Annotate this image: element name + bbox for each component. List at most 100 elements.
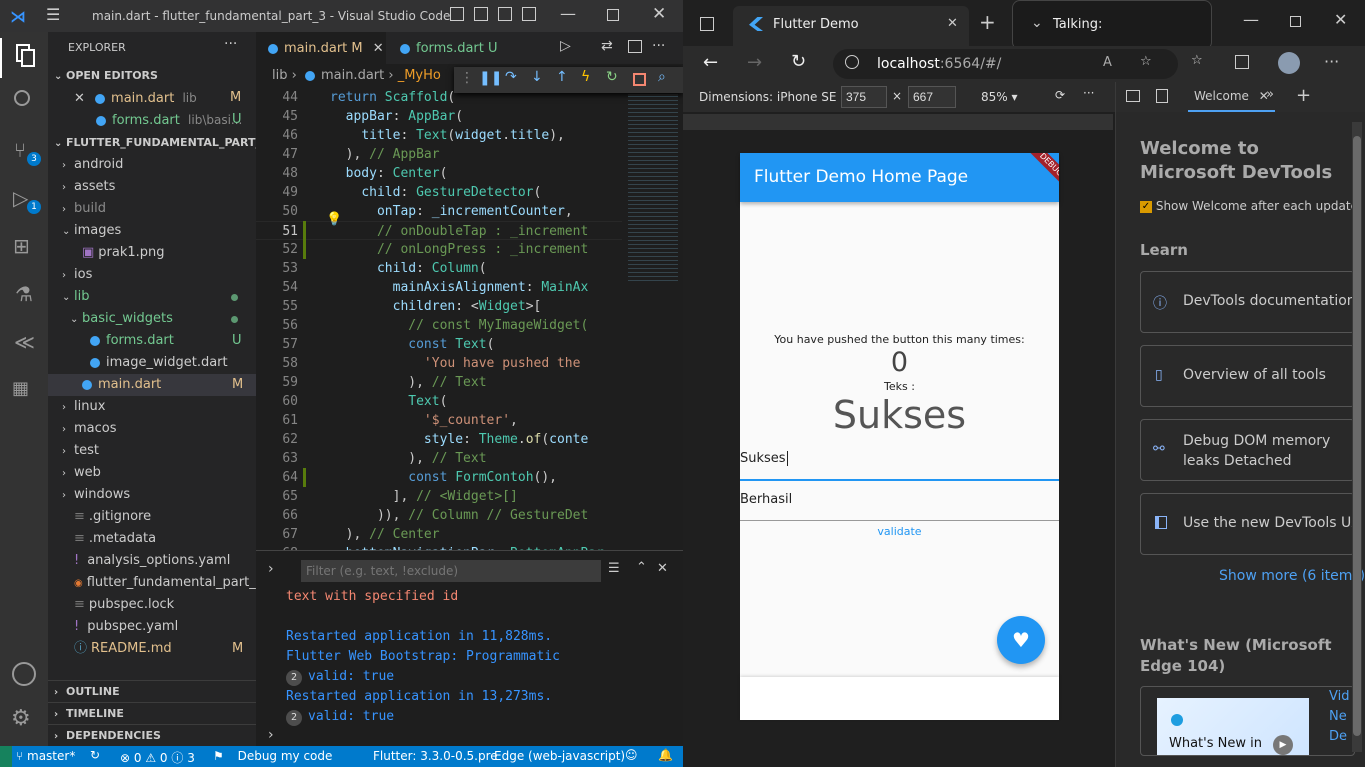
tree-item[interactable]: › windows: [48, 484, 256, 506]
remote-icon[interactable]: [0, 746, 12, 767]
minimize-button[interactable]: —: [560, 4, 576, 23]
explorer-more-icon[interactable]: ···: [224, 36, 237, 52]
chevron-right-icon[interactable]: ›: [268, 561, 274, 577]
tree-item[interactable]: ≡ .gitignore: [48, 506, 256, 528]
more-tabs-icon[interactable]: »: [1266, 87, 1274, 102]
step-out-icon[interactable]: ↑: [556, 69, 568, 85]
tree-item[interactable]: ! pubspec.yaml: [48, 616, 256, 638]
code-line[interactable]: 61 '$_counter',: [256, 411, 518, 430]
inspect-icon[interactable]: [1126, 90, 1140, 102]
chevron-up-icon[interactable]: ⌃: [636, 560, 647, 575]
browser-tab[interactable]: Flutter Demo ✕: [733, 6, 969, 46]
show-more-link[interactable]: Show more (6 items): [1219, 568, 1365, 584]
code-line[interactable]: 64 const FormContoh(),: [256, 468, 557, 487]
scrollbar-thumb[interactable]: [1353, 136, 1361, 736]
tree-item[interactable]: › linux: [48, 396, 256, 418]
close-button[interactable]: ✕: [652, 4, 666, 24]
customize-layout-icon[interactable]: [522, 7, 536, 21]
code-line[interactable]: 66 )), // Column // GestureDet: [256, 506, 588, 525]
refresh-icon[interactable]: ↻: [791, 51, 806, 72]
tree-item[interactable]: › web: [48, 462, 256, 484]
flutter-icon[interactable]: ≪: [14, 330, 35, 354]
stop-icon[interactable]: [633, 73, 646, 86]
code-line[interactable]: 45 appBar: AppBar(: [256, 107, 463, 126]
notifications-icon[interactable]: 🔔: [658, 748, 673, 762]
code-line[interactable]: 55 children: <Widget>[: [256, 297, 541, 316]
add-tab-icon[interactable]: +: [1296, 85, 1311, 106]
hot-reload-icon[interactable]: ϟ: [581, 69, 590, 85]
address-bar[interactable]: localhost:6564/#/ A ☆: [833, 49, 1178, 79]
tree-item[interactable]: ≡ pubspec.lock: [48, 594, 256, 616]
dimensions-select[interactable]: Dimensions: iPhone SE: [699, 90, 836, 104]
close-icon[interactable]: ✕: [74, 91, 85, 106]
rotate-icon[interactable]: ⟳: [1055, 88, 1065, 102]
tree-item[interactable]: ⌄ basic_widgets: [48, 308, 256, 330]
checkbox-icon[interactable]: ✓: [1140, 200, 1152, 213]
play-icon[interactable]: ▶: [1273, 735, 1293, 755]
step-over-icon[interactable]: ↷: [505, 69, 517, 85]
timeline-header[interactable]: › TIMELINE: [48, 702, 256, 724]
settings-more-icon[interactable]: ···: [1324, 52, 1339, 71]
explorer-icon[interactable]: [0, 38, 48, 78]
clear-console-icon[interactable]: ☰: [608, 561, 620, 576]
tree-item[interactable]: › macos: [48, 418, 256, 440]
tree-item[interactable]: › assets: [48, 176, 256, 198]
show-welcome-checkbox[interactable]: ✓ Show Welcome after each update: [1140, 199, 1358, 213]
back-icon[interactable]: ←: [703, 52, 718, 73]
branch-item[interactable]: ⑂ master*: [16, 749, 75, 763]
video-thumbnail[interactable]: What's New in ▶: [1157, 698, 1309, 755]
tree-item[interactable]: ⓘ README.md M: [48, 638, 256, 660]
forward-icon[interactable]: →: [747, 52, 762, 73]
text-field-1[interactable]: Sukses: [740, 447, 1059, 481]
layout-sidebar-icon[interactable]: [450, 7, 464, 21]
tree-item[interactable]: main.dart M: [48, 374, 256, 396]
breadcrumb-item[interactable]: _MyHo: [398, 68, 441, 83]
prompt-chevron-icon[interactable]: ›: [268, 727, 274, 743]
outline-header[interactable]: › OUTLINE: [48, 680, 256, 702]
chevron-down-icon[interactable]: ⌄: [1031, 15, 1043, 31]
feedback-icon[interactable]: ☺: [625, 748, 638, 762]
code-line[interactable]: 46 title: Text(widget.title),: [256, 126, 565, 145]
scrollbar[interactable]: [1352, 122, 1362, 752]
card-overview[interactable]: ▯ Overview of all tools: [1140, 345, 1355, 407]
read-aloud-icon[interactable]: A: [1103, 55, 1112, 70]
code-line[interactable]: 53 child: Column(: [256, 259, 486, 278]
code-line[interactable]: 59 ), // Text: [256, 373, 486, 392]
maximize-button[interactable]: [607, 9, 619, 21]
breadcrumb-item[interactable]: lib: [272, 68, 287, 83]
collections-icon[interactable]: [1235, 55, 1249, 69]
whats-new-card[interactable]: What's New in ▶ Vid Ne De: [1140, 686, 1355, 756]
account-icon[interactable]: [12, 662, 36, 686]
layout-secondary-icon[interactable]: [498, 7, 512, 21]
code-line[interactable]: 58 'You have pushed the: [256, 354, 580, 373]
more-options-icon[interactable]: ···: [1083, 86, 1094, 100]
code-line[interactable]: 49 child: GestureDetector(: [256, 183, 541, 202]
new-tab-icon[interactable]: +: [979, 10, 996, 34]
add-favorite-icon[interactable]: ☆: [1140, 54, 1152, 69]
compare-icon[interactable]: ⇄: [601, 38, 613, 54]
testing-icon[interactable]: ⚗: [15, 282, 33, 306]
tree-item[interactable]: ⌄ lib: [48, 286, 256, 308]
maximize-button[interactable]: [1290, 16, 1301, 27]
tree-item[interactable]: › ios: [48, 264, 256, 286]
height-input[interactable]: [908, 86, 956, 108]
console-filter-input[interactable]: [301, 560, 601, 582]
profile-avatar[interactable]: [1278, 52, 1300, 74]
settings-gear-icon[interactable]: ⚙: [11, 706, 31, 731]
tree-item[interactable]: ◉flutter_fundamental_part_3.iml: [48, 572, 256, 594]
breadcrumb-item[interactable]: main.dart: [321, 68, 384, 83]
code-line[interactable]: 50 onTap: _incrementCounter,: [256, 202, 572, 221]
minimap[interactable]: [628, 94, 678, 284]
open-editor-main[interactable]: ✕ main.dart lib M: [48, 87, 256, 109]
favorites-icon[interactable]: ☆: [1191, 53, 1203, 68]
extensions-icon[interactable]: ⊞: [13, 234, 30, 258]
code-line[interactable]: 44 return Scaffold(: [256, 88, 455, 107]
close-button[interactable]: ✕: [1334, 10, 1347, 29]
code-line[interactable]: 60 Text(: [256, 392, 447, 411]
validate-button[interactable]: validate: [740, 525, 1059, 538]
device-emulation-icon[interactable]: [1156, 89, 1168, 103]
close-tab-icon[interactable]: ✕: [947, 16, 958, 31]
close-icon[interactable]: ✕: [373, 41, 384, 56]
devtools-icon[interactable]: ⌕: [658, 69, 666, 85]
card-memory-leaks[interactable]: ⚯ Debug DOM memory leaks Detached Elemen…: [1140, 419, 1355, 481]
